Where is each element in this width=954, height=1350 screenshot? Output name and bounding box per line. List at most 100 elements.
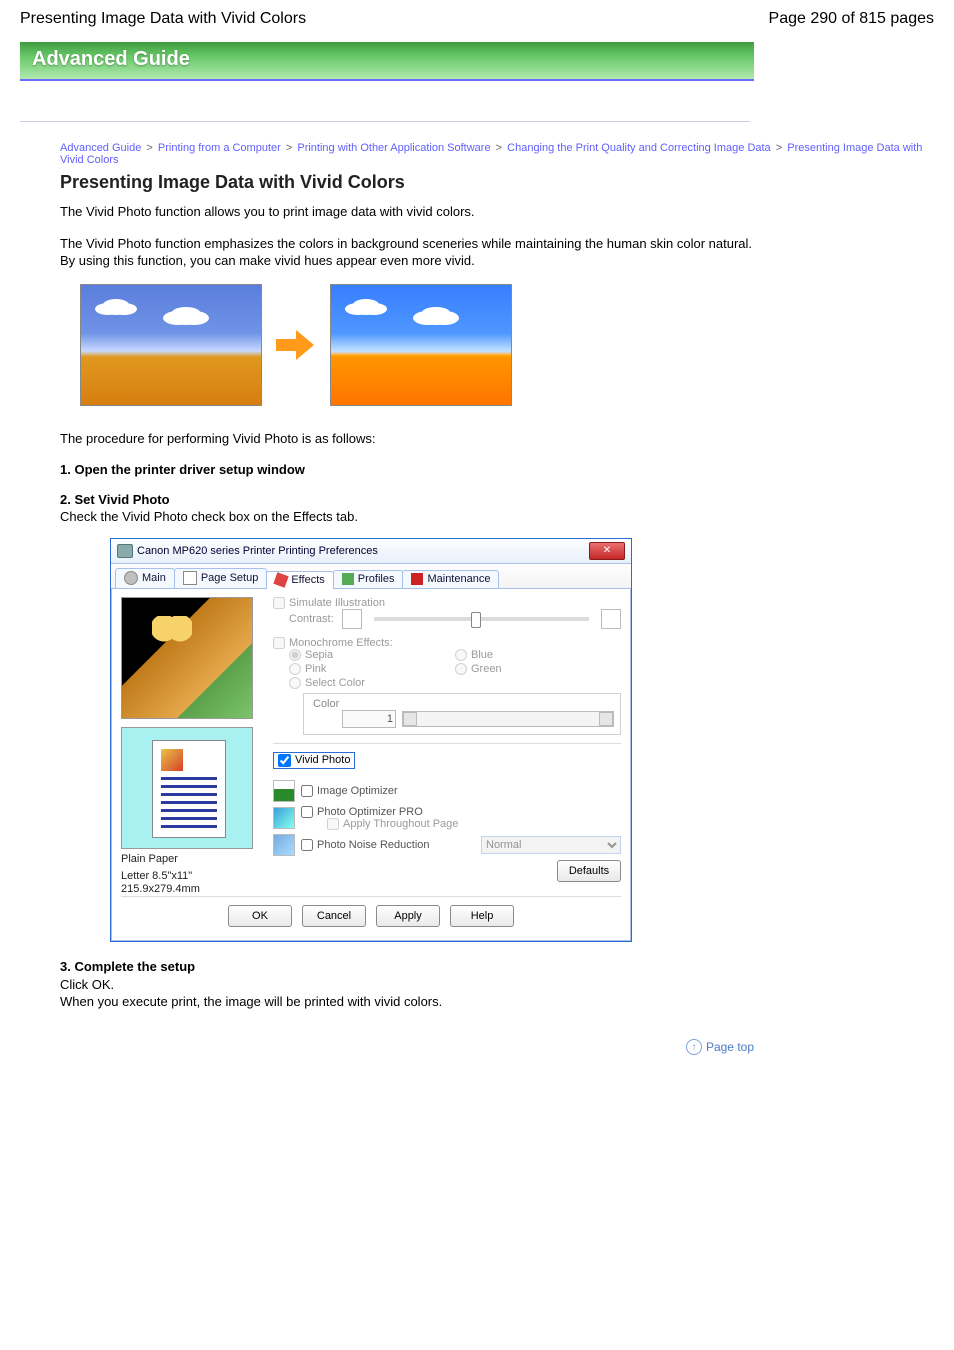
- radio-select-color[interactable]: Select Color: [289, 677, 455, 689]
- step-number: 3.: [60, 959, 71, 974]
- cancel-button[interactable]: Cancel: [302, 905, 366, 927]
- photo-optimizer-pro-icon: [273, 807, 295, 829]
- step-title: Complete the setup: [74, 959, 195, 974]
- maintenance-icon: [411, 573, 423, 585]
- breadcrumb: Advanced Guide > Printing from a Compute…: [60, 142, 934, 166]
- radio-blue[interactable]: Blue: [455, 649, 621, 661]
- breadcrumb-item[interactable]: Printing from a Computer: [158, 142, 281, 154]
- vivid-photo-checkbox[interactable]: Vivid Photo: [273, 752, 355, 769]
- contrast-slider[interactable]: [374, 617, 589, 621]
- preview-top: [121, 597, 253, 719]
- page-setup-icon: [183, 571, 197, 585]
- tab-label: Page Setup: [201, 572, 259, 584]
- intro-text: The Vivid Photo function emphasizes the …: [60, 235, 760, 270]
- step-1: 1. Open the printer driver setup window: [60, 461, 780, 479]
- tab-label: Maintenance: [427, 573, 490, 585]
- ok-button[interactable]: OK: [228, 905, 292, 927]
- defaults-button[interactable]: Defaults: [557, 860, 621, 882]
- contrast-dark-icon: [342, 609, 362, 629]
- dialog-titlebar[interactable]: Canon MP620 series Printer Printing Pref…: [111, 539, 631, 564]
- breadcrumb-item[interactable]: Changing the Print Quality and Correctin…: [507, 142, 771, 154]
- step-body: Check the Vivid Photo check box on the E…: [60, 509, 358, 524]
- profiles-icon: [342, 573, 354, 585]
- noise-level-select[interactable]: Normal: [481, 836, 621, 854]
- dialog-title: Canon MP620 series Printer Printing Pref…: [137, 545, 378, 557]
- photo-before: [80, 284, 262, 406]
- tab-label: Effects: [291, 574, 324, 586]
- step-3: 3. Complete the setup Click OK. When you…: [60, 958, 780, 1011]
- breadcrumb-sep: >: [494, 142, 504, 154]
- checkbox-label: Apply Throughout Page: [343, 818, 458, 830]
- step-body: When you execute print, the image will b…: [60, 994, 442, 1009]
- contrast-light-icon: [601, 609, 621, 629]
- effects-icon: [274, 572, 289, 587]
- main-icon: [124, 571, 138, 585]
- close-button[interactable]: ✕: [589, 542, 625, 560]
- step-body: Click OK.: [60, 977, 114, 992]
- tab-label: Profiles: [358, 573, 395, 585]
- step-title: Open the printer driver setup window: [74, 462, 304, 477]
- checkbox-label: Vivid Photo: [295, 754, 350, 766]
- radio-sepia[interactable]: Sepia: [289, 649, 455, 661]
- page-top-label: Page top: [706, 1040, 754, 1054]
- radio-green[interactable]: Green: [455, 663, 621, 675]
- page-title-header: Presenting Image Data with Vivid Colors: [20, 10, 306, 28]
- tab-main[interactable]: Main: [115, 568, 175, 588]
- tab-profiles[interactable]: Profiles: [333, 570, 404, 588]
- breadcrumb-sep: >: [144, 142, 154, 154]
- step-title: Set Vivid Photo: [74, 492, 169, 507]
- checkbox-label: Monochrome Effects:: [289, 637, 393, 649]
- page-counter: Page 290 of 815 pages: [769, 10, 934, 28]
- radio-label: Sepia: [305, 649, 333, 661]
- breadcrumb-item[interactable]: Advanced Guide: [60, 142, 141, 154]
- procedure-intro: The procedure for performing Vivid Photo…: [60, 430, 760, 448]
- arrow-icon: [276, 328, 316, 362]
- color-legend: Color: [310, 698, 342, 710]
- tab-maintenance[interactable]: Maintenance: [402, 570, 499, 588]
- step-number: 2.: [60, 492, 71, 507]
- step-2: 2. Set Vivid Photo Check the Vivid Photo…: [60, 491, 780, 526]
- radio-label: Green: [471, 663, 502, 675]
- tab-effects[interactable]: Effects: [266, 571, 333, 589]
- contrast-label: Contrast:: [289, 613, 334, 625]
- image-optimizer-checkbox[interactable]: Image Optimizer: [301, 785, 398, 797]
- intro-text: The Vivid Photo function allows you to p…: [60, 203, 760, 221]
- printer-icon: [117, 544, 133, 558]
- printing-preferences-dialog: Canon MP620 series Printer Printing Pref…: [110, 538, 632, 943]
- paper-type: Plain Paper: [121, 853, 267, 866]
- section-band: Advanced Guide: [20, 42, 754, 79]
- help-button[interactable]: Help: [450, 905, 514, 927]
- photo-optimizer-pro-checkbox[interactable]: Photo Optimizer PRO: [301, 806, 621, 818]
- breadcrumb-item[interactable]: Printing with Other Application Software: [297, 142, 490, 154]
- photo-after: [330, 284, 512, 406]
- page-top-icon: ↑: [686, 1039, 702, 1055]
- breadcrumb-sep: >: [774, 142, 784, 154]
- checkbox-label: Photo Optimizer PRO: [317, 806, 423, 818]
- color-value-input[interactable]: [342, 710, 396, 728]
- dialog-tabs: Main Page Setup Effects Profiles Mainten…: [111, 564, 631, 589]
- radio-label: Blue: [471, 649, 493, 661]
- radio-pink[interactable]: Pink: [289, 663, 455, 675]
- page-heading: Presenting Image Data with Vivid Colors: [60, 172, 934, 193]
- step-number: 1.: [60, 462, 71, 477]
- preview-bottom: [121, 727, 253, 849]
- checkbox-label: Image Optimizer: [317, 785, 398, 797]
- apply-throughout-page-checkbox[interactable]: Apply Throughout Page: [301, 818, 621, 830]
- photo-noise-reduction-checkbox[interactable]: Photo Noise Reduction: [301, 839, 475, 851]
- checkbox-label: Photo Noise Reduction: [317, 839, 430, 851]
- paper-size: Letter 8.5"x11" 215.9x279.4mm: [121, 870, 267, 896]
- radio-label: Select Color: [305, 677, 365, 689]
- apply-button[interactable]: Apply: [376, 905, 440, 927]
- simulate-illustration-checkbox[interactable]: Simulate Illustration: [273, 597, 621, 609]
- image-optimizer-icon: [273, 780, 295, 802]
- photo-noise-reduction-icon: [273, 834, 295, 856]
- breadcrumb-sep: >: [284, 142, 294, 154]
- tab-page-setup[interactable]: Page Setup: [174, 568, 268, 588]
- color-scrollbar[interactable]: [402, 711, 614, 727]
- monochrome-effects-checkbox[interactable]: Monochrome Effects:: [273, 637, 621, 649]
- divider: [20, 121, 750, 122]
- page-top-link[interactable]: ↑ Page top: [20, 1039, 754, 1055]
- checkbox-label: Simulate Illustration: [289, 597, 385, 609]
- tab-label: Main: [142, 572, 166, 584]
- radio-label: Pink: [305, 663, 326, 675]
